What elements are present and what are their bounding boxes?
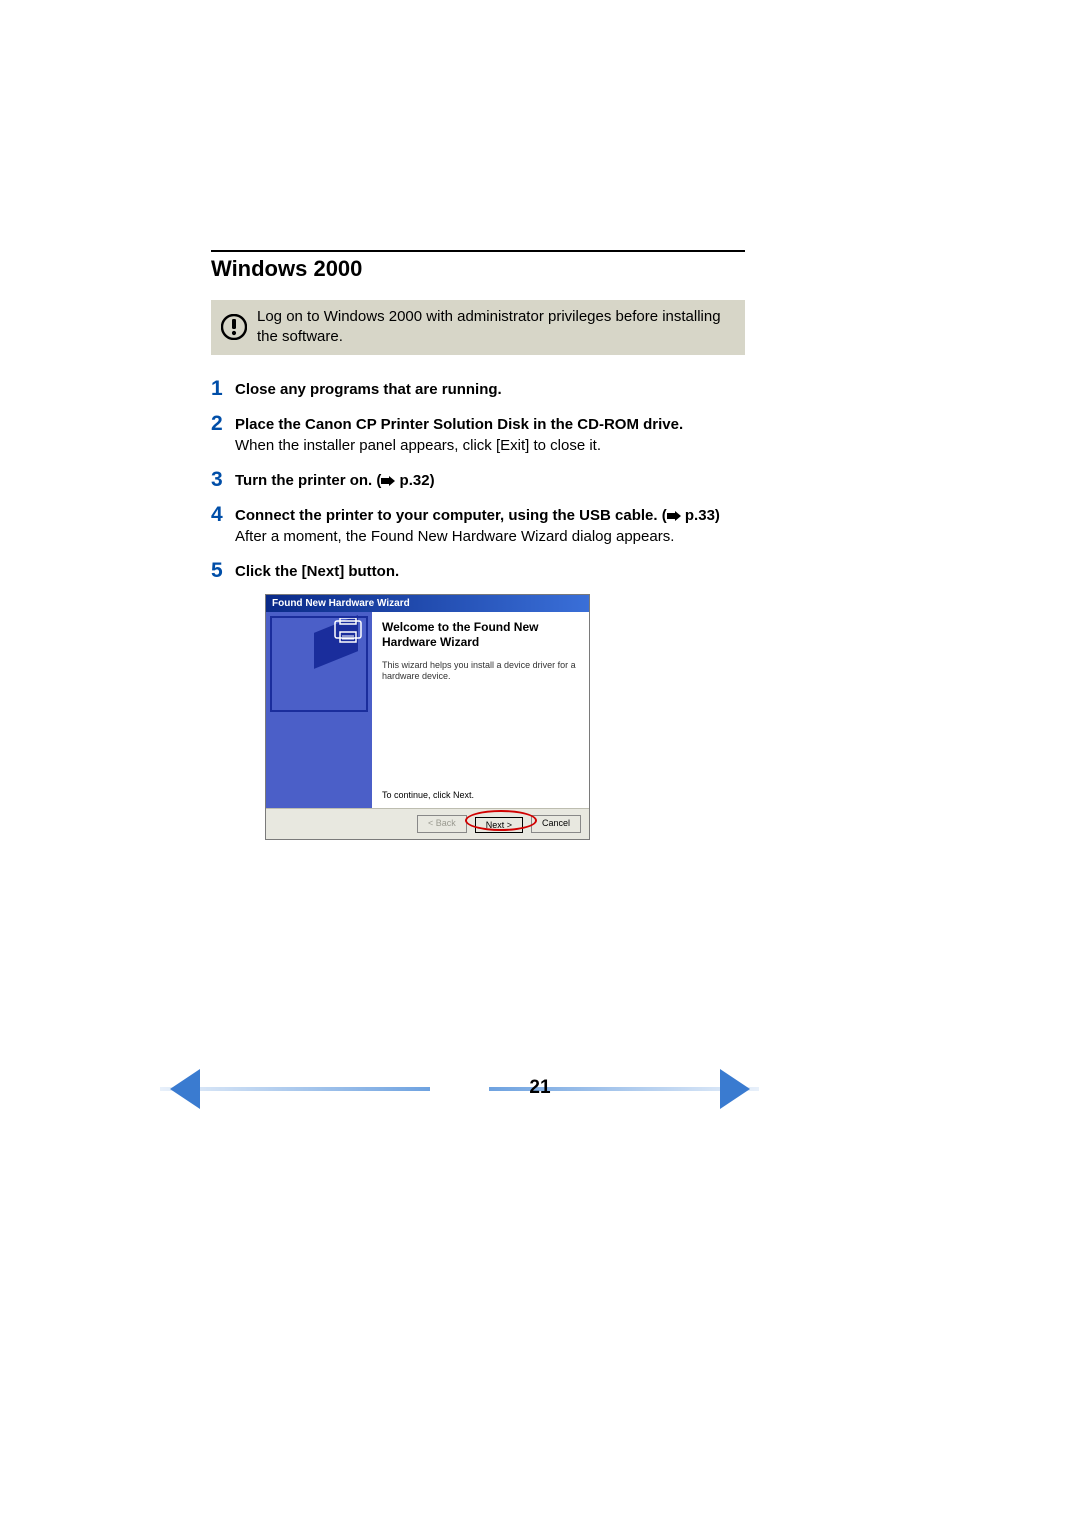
page-footer: 21 [0, 1065, 1080, 1125]
wizard-footer: < Back Next > Cancel [266, 808, 589, 839]
page: Windows 2000 Log on to Windows 2000 with… [0, 0, 1080, 1528]
page-ref-link[interactable]: p.33 [685, 507, 715, 524]
step-title-post: ) [430, 472, 435, 489]
wizard-back-button: < Back [417, 815, 467, 833]
step-subtext: When the installer panel appears, click … [235, 437, 601, 454]
step-title: Connect the printer to your computer, us… [235, 507, 720, 524]
step-title-pre: Connect the printer to your computer, us… [235, 507, 667, 524]
printer-icon [332, 618, 364, 644]
step-number: 5 [211, 559, 235, 582]
wizard-continue: To continue, click Next. [382, 790, 474, 800]
note-box: Log on to Windows 2000 with administrato… [211, 300, 745, 355]
wizard-next-button[interactable]: Next > [475, 817, 523, 833]
step-title: Click the [Next] button. [235, 563, 399, 580]
step-title: Turn the printer on. ( p.32) [235, 472, 435, 489]
step-body: Connect the printer to your computer, us… [235, 503, 745, 547]
wizard-main: Welcome to the Found New Hardware Wizard… [372, 612, 589, 808]
step-title-post: ) [715, 507, 720, 524]
wizard-sidebar [266, 612, 372, 808]
wizard-dialog: Found New Hardware Wizard [265, 594, 590, 840]
wizard-welcome: Welcome to the Found New Hardware Wizard [382, 620, 579, 650]
prev-page-button[interactable] [170, 1069, 200, 1114]
step-title-pre: Turn the printer on. ( [235, 472, 381, 489]
step-body: Turn the printer on. ( p.32) [235, 468, 745, 491]
step-5: 5 Click the [Next] button. [211, 559, 745, 582]
step-3: 3 Turn the printer on. ( p.32) [211, 468, 745, 491]
step-1: 1 Close any programs that are running. [211, 377, 745, 400]
steps-list: 1 Close any programs that are running. 2… [211, 377, 745, 840]
wizard-desc: This wizard helps you install a device d… [382, 660, 579, 683]
step-2: 2 Place the Canon CP Printer Solution Di… [211, 412, 745, 456]
step-number: 3 [211, 468, 235, 491]
step-body: Place the Canon CP Printer Solution Disk… [235, 412, 745, 456]
arrow-right-icon [381, 471, 395, 492]
step-4: 4 Connect the printer to your computer, … [211, 503, 745, 547]
alert-icon [221, 314, 247, 340]
step-number: 2 [211, 412, 235, 435]
step-number: 1 [211, 377, 235, 400]
step-title: Close any programs that are running. [235, 381, 502, 398]
arrow-right-icon [667, 506, 681, 527]
step-number: 4 [211, 503, 235, 526]
next-page-button[interactable] [720, 1069, 750, 1114]
wizard-body: Welcome to the Found New Hardware Wizard… [266, 612, 589, 808]
content-area: Windows 2000 Log on to Windows 2000 with… [211, 250, 745, 840]
page-ref-link[interactable]: p.32 [400, 472, 430, 489]
step-body: Close any programs that are running. [235, 377, 745, 400]
note-text: Log on to Windows 2000 with administrato… [257, 307, 735, 348]
step-body: Click the [Next] button. [235, 559, 745, 582]
step-subtext: After a moment, the Found New Hardware W… [235, 528, 674, 545]
heading-rule [211, 250, 745, 252]
step-title: Place the Canon CP Printer Solution Disk… [235, 416, 683, 433]
page-number: 21 [0, 1077, 1080, 1099]
wizard-cancel-button[interactable]: Cancel [531, 815, 581, 833]
wizard-titlebar: Found New Hardware Wizard [266, 595, 589, 612]
section-heading: Windows 2000 [211, 256, 745, 282]
